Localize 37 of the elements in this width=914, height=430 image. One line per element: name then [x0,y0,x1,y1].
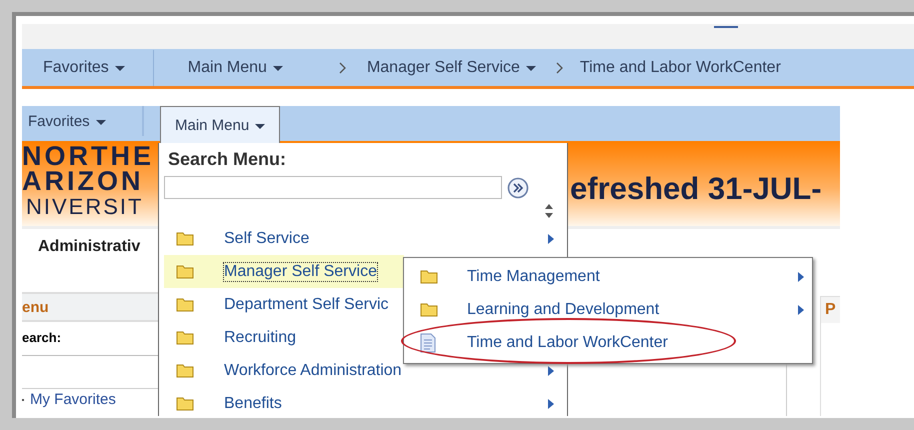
folder-icon [176,330,194,345]
breadcrumb-link[interactable]: Main Menu [188,58,283,76]
tab-indicator [714,26,738,28]
folder-icon [176,231,194,246]
folder-icon [420,302,438,317]
nav-tab[interactable]: Main Menu [160,106,280,143]
banner-heading: efreshed 31-JUL- [570,171,822,207]
menu-title: Search Menu: [168,149,288,170]
folder-icon [176,396,194,411]
submenu-item[interactable]: Learning and Development [404,293,812,326]
breadcrumb-link[interactable]: Manager Self Service [366,58,536,76]
menu-item[interactable]: Self Service [164,222,564,255]
panel-title: P [821,297,840,323]
nav-tab[interactable]: Favorites [22,106,144,136]
logo-text: ARIZON [22,169,144,194]
go-icon[interactable] [507,176,529,198]
logo-text: NIVERSIT [26,194,144,219]
section-title: Administrativ [38,238,142,256]
folder-icon [176,363,194,378]
folder-icon [176,297,194,312]
logo-text: NORTHE [22,144,154,169]
breadcrumb-link[interactable]: Favorites [43,58,125,76]
menu-item[interactable]: Manager Self Service [164,255,404,288]
search-label: earch: [22,330,62,345]
caret-icon [96,120,106,124]
menu-link[interactable]: My Favorites [30,391,116,408]
caret-icon [255,124,266,128]
submenu-item[interactable]: Time Management [404,260,812,293]
menu-title: enu [22,298,49,316]
menu-item[interactable]: Benefits [164,387,564,416]
submenu-item[interactable]: Time and Labor WorkCenter [404,326,812,359]
folder-icon [176,264,194,279]
sort-icon[interactable] [544,203,554,219]
breadcrumb-link[interactable]: Time and Labor WorkCenter [580,58,781,76]
search-field[interactable] [164,176,502,199]
folder-icon [420,269,438,284]
document-icon [420,332,438,352]
